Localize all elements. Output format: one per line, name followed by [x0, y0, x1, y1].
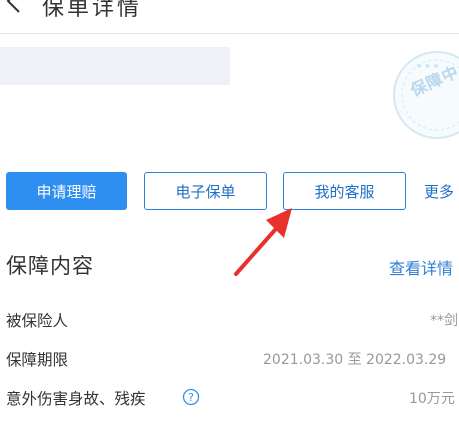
accident-coverage-value: 10万元 — [409, 391, 455, 407]
navigation-bar: 保单详情 — [0, 0, 459, 34]
view-details-link[interactable]: 查看详情 — [389, 255, 453, 279]
apply-claim-button[interactable]: 申请理赔 — [6, 172, 127, 210]
accident-coverage-label: 意外伤害身故、残疾 — [6, 390, 146, 408]
back-arrow-icon[interactable] — [4, 0, 26, 14]
insured-label: 被保险人 — [6, 312, 69, 330]
more-button[interactable]: 更多 — [424, 172, 459, 210]
coverage-section-title: 保障内容 — [6, 254, 94, 278]
help-icon[interactable]: ? — [182, 388, 200, 406]
coverage-period-label: 保障期限 — [6, 351, 69, 369]
coverage-period-value: 2021.03.30 至 2022.03.29 — [263, 352, 447, 368]
svg-text:?: ? — [188, 391, 194, 404]
page-title: 保单详情 — [42, 0, 143, 21]
annotation-arrow — [234, 208, 292, 276]
policy-name-placeholder — [0, 47, 230, 85]
insured-value: **剑 — [430, 313, 458, 329]
